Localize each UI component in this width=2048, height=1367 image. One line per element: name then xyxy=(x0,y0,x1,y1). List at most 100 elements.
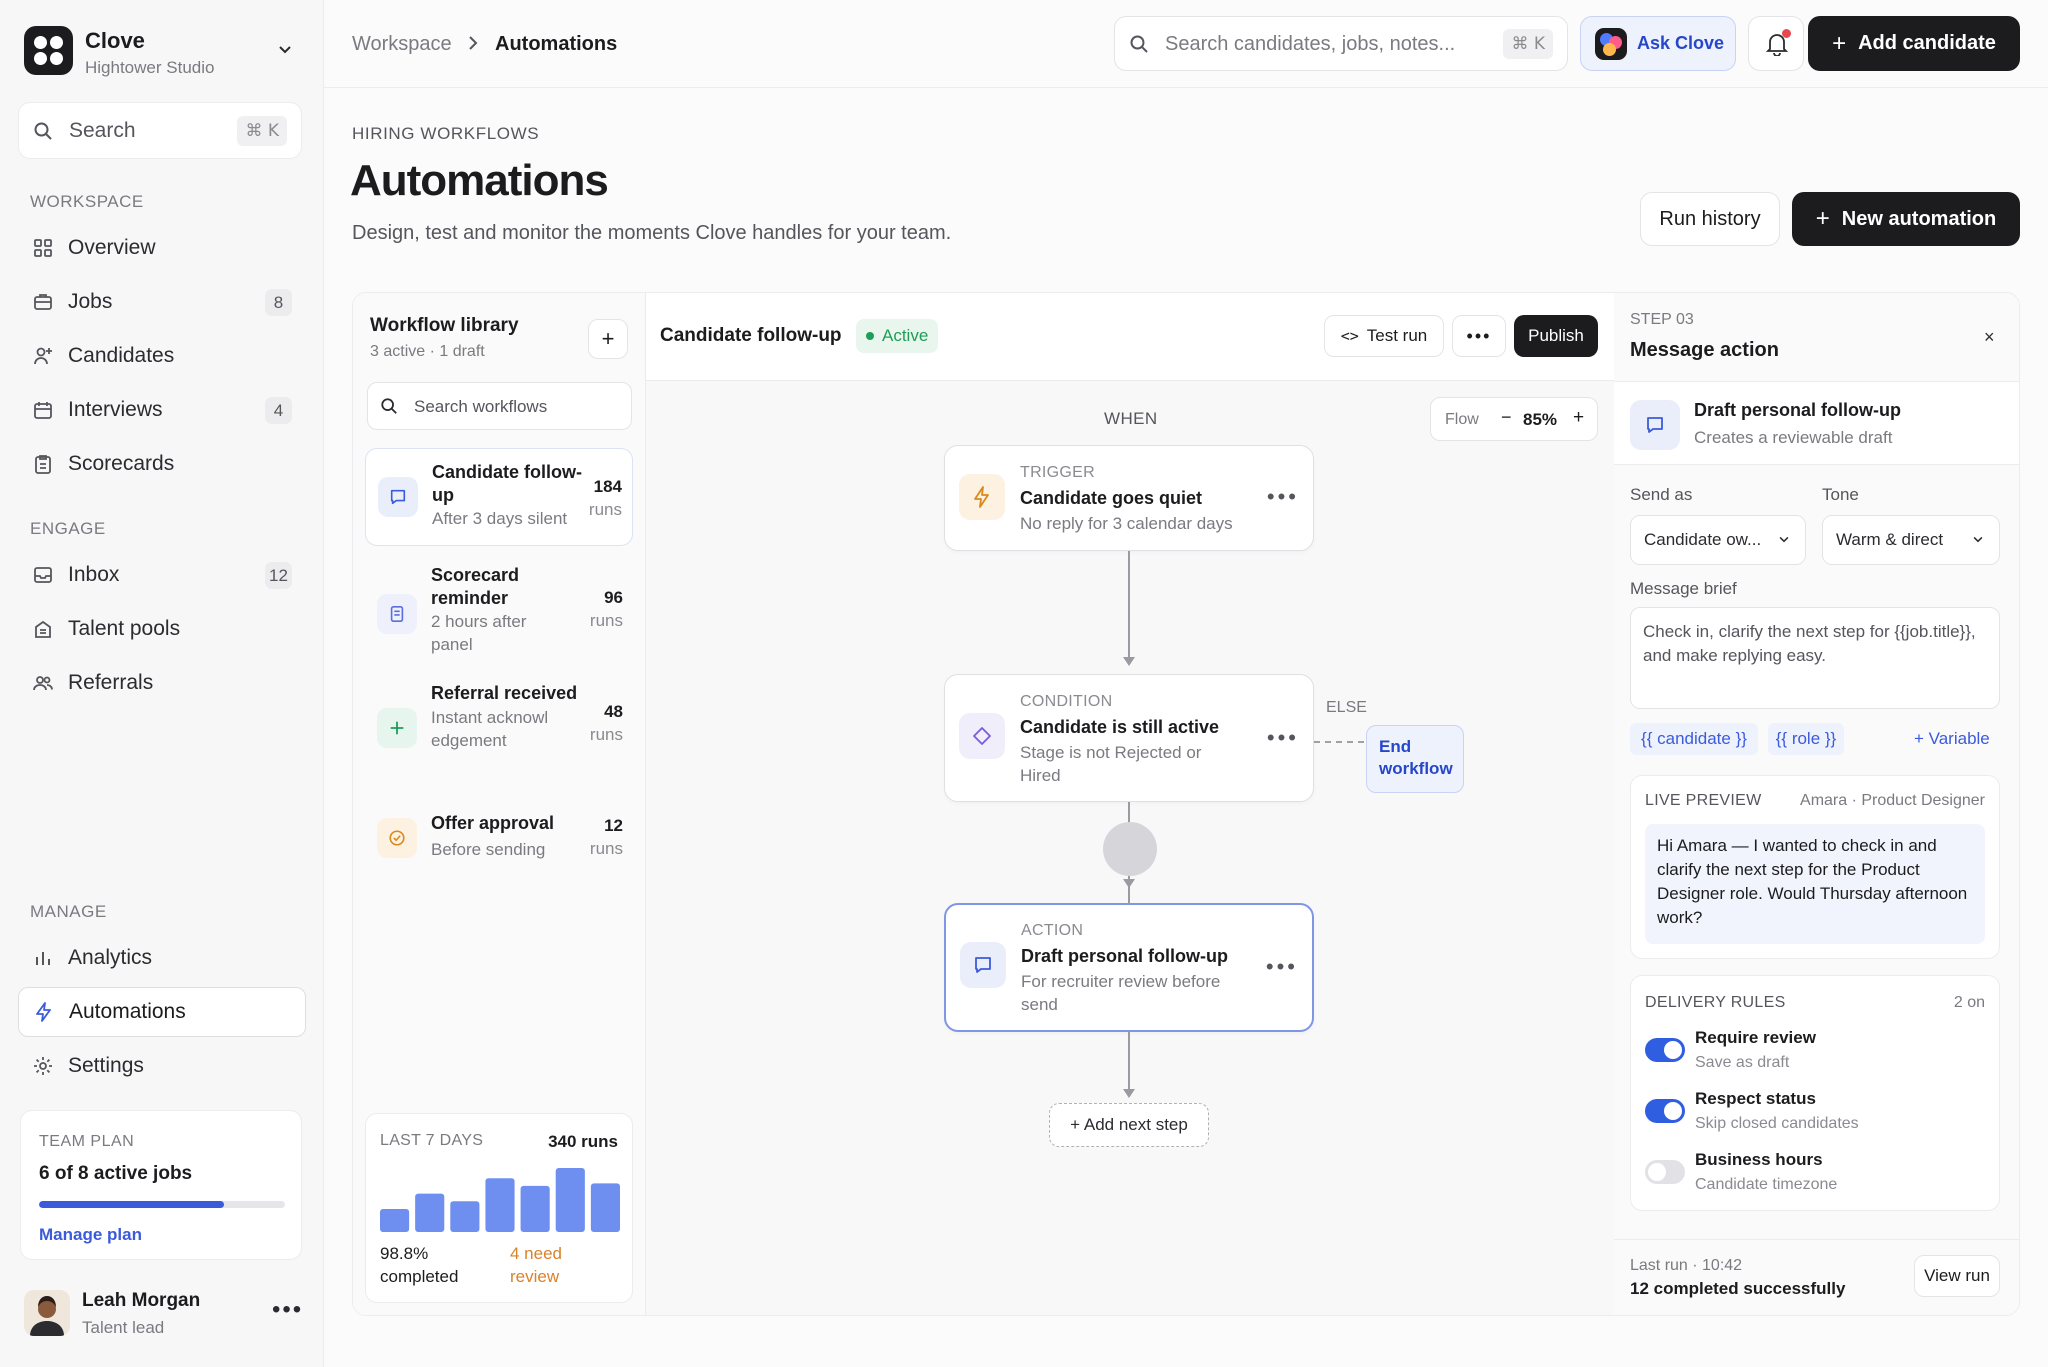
sidebar-item-analytics[interactable]: Analytics xyxy=(18,933,306,983)
new-automation-label: New automation xyxy=(1841,207,1997,230)
node-menu-icon[interactable]: ••• xyxy=(1267,725,1299,751)
workflow-search-input[interactable]: Search workflows xyxy=(367,382,632,430)
message-icon xyxy=(1630,400,1680,450)
runs-bar xyxy=(590,1183,620,1232)
stats-review[interactable]: 4 need review xyxy=(510,1242,590,1288)
sidebar-item-talent-pools[interactable]: Talent pools xyxy=(18,604,306,654)
add-next-step-button[interactable]: + Add next step xyxy=(1049,1103,1209,1147)
automation-workspace: Workflow library 3 active · 1 draft + Se… xyxy=(352,292,2020,1316)
sidebar-item-candidates[interactable]: Candidates xyxy=(18,331,306,381)
sidebar-item-jobs[interactable]: Jobs 8 xyxy=(18,277,306,327)
rule-subtitle: Save as draft xyxy=(1695,1054,1790,1071)
sidebar-item-label: Analytics xyxy=(68,946,153,969)
calendar-icon xyxy=(18,400,68,420)
team-plan-card: TEAM PLAN 6 of 8 active jobs Manage plan xyxy=(20,1110,302,1260)
workflow-library: Workflow library 3 active · 1 draft + Se… xyxy=(353,293,646,1315)
rule-subtitle: Candidate timezone xyxy=(1695,1176,1838,1193)
zoom-out-button[interactable]: − xyxy=(1501,407,1512,428)
sidebar-item-label: Referrals xyxy=(68,671,154,694)
node-type: TRIGGER xyxy=(1020,464,1095,481)
sidebar-item-label: Inbox xyxy=(68,563,120,586)
sidebar-item-referrals[interactable]: Referrals xyxy=(18,658,306,708)
global-search-shortcut: ⌘ K xyxy=(1503,29,1553,59)
global-search-placeholder: Search candidates, jobs, notes... xyxy=(1165,33,1456,55)
workflow-item[interactable]: Candidate follow-up After 3 days silent … xyxy=(365,448,633,546)
close-icon[interactable]: × xyxy=(1984,327,1995,348)
live-preview-label: LIVE PREVIEW xyxy=(1645,792,1762,809)
new-automation-button[interactable]: + New automation xyxy=(1792,192,2020,246)
live-preview-message: Hi Amara — I wanted to check in and clar… xyxy=(1645,824,1985,944)
user-role: Talent lead xyxy=(82,1318,165,1337)
node-menu-icon[interactable]: ••• xyxy=(1266,954,1298,980)
grid-icon xyxy=(18,238,68,258)
sidebar-item-settings[interactable]: Settings xyxy=(18,1041,306,1091)
runs-bar-chart xyxy=(380,1168,620,1232)
sidebar-item-overview[interactable]: Overview xyxy=(18,223,306,273)
sidebar-item-label: Settings xyxy=(68,1054,144,1077)
notifications-button[interactable] xyxy=(1748,16,1804,71)
runs-bar xyxy=(485,1178,515,1232)
add-variable-button[interactable]: + Variable xyxy=(1914,729,1990,749)
action-node[interactable]: ACTION Draft personal follow-up For recr… xyxy=(944,903,1314,1032)
status-dot xyxy=(866,332,874,340)
rule-title: Business hours xyxy=(1695,1150,1823,1169)
add-candidate-button[interactable]: + Add candidate xyxy=(1808,16,2020,71)
global-search[interactable]: Search candidates, jobs, notes... ⌘ K xyxy=(1114,16,1568,71)
sidebar-item-label: Automations xyxy=(69,1000,186,1023)
node-menu-icon[interactable]: ••• xyxy=(1267,484,1299,510)
diamond-icon xyxy=(959,713,1005,759)
sidebar-item-inbox[interactable]: Inbox 12 xyxy=(18,550,306,600)
send-as-select[interactable]: Candidate ow... xyxy=(1630,515,1806,565)
inbox-count-badge: 12 xyxy=(265,562,292,589)
more-icon[interactable]: ••• xyxy=(272,1296,303,1324)
test-run-button[interactable]: <> Test run xyxy=(1324,315,1444,357)
more-options-button[interactable]: ••• xyxy=(1452,315,1506,357)
code-icon: <> xyxy=(1340,327,1359,345)
plus-icon: + xyxy=(1832,29,1847,57)
plan-label: TEAM PLAN xyxy=(39,1133,135,1150)
avatar[interactable] xyxy=(24,1290,70,1336)
message-icon xyxy=(960,942,1006,988)
drag-handle[interactable] xyxy=(1103,822,1157,876)
sidebar-item-interviews[interactable]: Interviews 4 xyxy=(18,385,306,435)
stats-label: LAST 7 DAYS xyxy=(380,1132,484,1149)
connector xyxy=(1128,551,1130,661)
bolt-icon xyxy=(19,1002,69,1022)
trigger-node[interactable]: TRIGGER Candidate goes quiet No reply fo… xyxy=(944,445,1314,551)
workflow-item[interactable]: Referral received Instant acknowledgemen… xyxy=(365,678,633,788)
role-variable-chip[interactable]: {{ role }} xyxy=(1768,723,1844,755)
end-workflow-node[interactable]: End workflow xyxy=(1366,725,1464,793)
workflow-runs: 184 runs xyxy=(588,477,622,519)
message-brief-input[interactable]: Check in, clarify the next step for {{jo… xyxy=(1630,607,2000,709)
condition-node[interactable]: CONDITION Candidate is still active Stag… xyxy=(944,674,1314,802)
require-review-toggle[interactable] xyxy=(1645,1038,1685,1062)
notification-dot xyxy=(1782,29,1791,38)
sidebar-item-automations[interactable]: Automations xyxy=(18,987,306,1037)
workflow-runs: 96 runs xyxy=(589,588,623,630)
sidebar-search[interactable]: Search ⌘ K xyxy=(18,102,302,159)
ask-clove-button[interactable]: Ask Clove xyxy=(1580,16,1736,71)
respect-status-toggle[interactable] xyxy=(1645,1099,1685,1123)
jobs-count-badge: 8 xyxy=(265,289,292,316)
node-type: CONDITION xyxy=(1020,693,1113,710)
workflow-trigger: Before sending xyxy=(431,840,546,859)
add-workflow-button[interactable]: + xyxy=(588,319,628,359)
workflow-item[interactable]: Offer approval Before sending 12 runs xyxy=(365,798,633,878)
zoom-in-button[interactable]: + xyxy=(1573,407,1584,429)
workflow-title: Referral received xyxy=(431,683,578,703)
brand-logo[interactable] xyxy=(24,26,73,75)
zoom-level: 85% xyxy=(1523,410,1558,429)
sidebar-item-scorecards[interactable]: Scorecards xyxy=(18,439,306,489)
candidate-variable-chip[interactable]: {{ candidate }} xyxy=(1630,723,1758,755)
view-run-button[interactable]: View run xyxy=(1914,1255,2000,1297)
workflow-item[interactable]: Scorecard reminder 2 hours after panel 9… xyxy=(365,558,633,668)
publish-button[interactable]: Publish xyxy=(1514,315,1598,357)
business-hours-toggle[interactable] xyxy=(1645,1160,1685,1184)
run-history-button[interactable]: Run history xyxy=(1640,192,1780,246)
chevron-down-icon[interactable] xyxy=(276,40,294,58)
tone-select[interactable]: Warm & direct xyxy=(1822,515,2000,565)
manage-plan-link[interactable]: Manage plan xyxy=(39,1225,142,1245)
breadcrumb-workspace[interactable]: Workspace xyxy=(352,33,452,56)
message-icon xyxy=(378,477,418,517)
node-title: Candidate is still active xyxy=(1020,717,1220,737)
